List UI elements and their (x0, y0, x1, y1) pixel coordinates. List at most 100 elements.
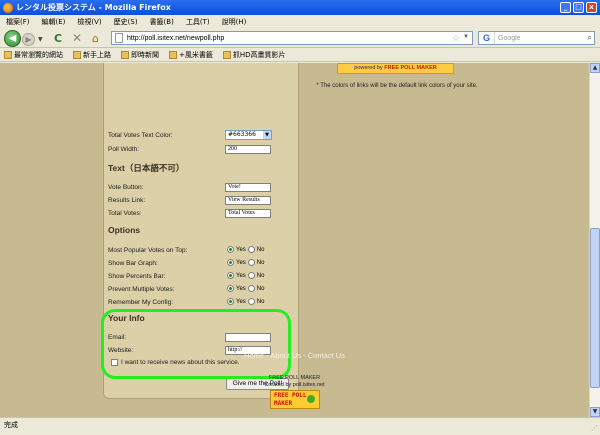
home-icon[interactable]: ⌂ (92, 32, 104, 45)
scroll-down-arrow-icon[interactable]: ▼ (590, 407, 600, 417)
window-title: レンタル投票システム - Mozilla Firefox (16, 3, 171, 12)
option-label-percents: Show Percents Bar: (108, 273, 166, 280)
option-label-remember: Remember My Config: (108, 299, 174, 306)
menu-tools[interactable]: 工具(T) (186, 17, 210, 27)
radio-no[interactable] (247, 246, 255, 253)
radio-yes[interactable] (227, 259, 234, 266)
bookmark-getting-started[interactable]: 新手上路 (73, 50, 111, 60)
bookmark-fengmi[interactable]: +風米書籤 (169, 50, 213, 60)
radio-no-label: No (256, 298, 265, 305)
email-label: Email: (108, 334, 127, 341)
google-icon[interactable]: G (479, 32, 495, 44)
scroll-up-arrow-icon[interactable]: ▲ (590, 63, 600, 73)
total-votes-input[interactable]: Total Votes (225, 209, 271, 218)
free-poll-maker-logo[interactable]: FREE POLL MAKER (270, 390, 320, 409)
search-placeholder: Google (498, 34, 521, 42)
poll-width-input[interactable]: 200 (225, 145, 271, 154)
minimize-button[interactable]: _ (560, 2, 571, 13)
option-radios-percents: Yes No (227, 272, 264, 279)
radio-no[interactable] (247, 259, 255, 266)
firefox-icon (3, 2, 13, 13)
radio-no-label: No (256, 285, 265, 292)
bookmark-most-visited[interactable]: 最常瀏覽的網站 (4, 50, 63, 60)
bookmark-star-icon[interactable]: ☆ (452, 33, 460, 44)
email-field[interactable] (225, 333, 271, 342)
chevron-down-icon[interactable]: ▼ (263, 131, 271, 139)
forward-button[interactable]: ▶ (22, 33, 35, 46)
back-button[interactable]: ◀ (4, 30, 21, 47)
color-select-value: #663366 (228, 131, 256, 138)
bookmark-label: 即時新聞 (131, 51, 159, 59)
option-label-multiple-votes: Prevent Multiple Votes: (108, 286, 175, 293)
footer-created-by[interactable]: Created by poll.isitex.net (0, 382, 589, 388)
search-bar[interactable]: G Google ⌕ (478, 31, 595, 45)
page-icon (169, 51, 177, 59)
folder-icon (4, 51, 12, 59)
reload-icon[interactable]: C (54, 32, 62, 45)
close-button[interactable]: x (586, 2, 597, 13)
results-link-label: Results Link: (108, 197, 146, 204)
rss-icon (121, 51, 129, 59)
radio-no[interactable] (247, 272, 255, 279)
powered-by-badge[interactable]: powered by FREE POLL MAKER (337, 63, 454, 74)
radio-yes-label: Yes (236, 285, 246, 292)
resize-grip-icon[interactable]: ⋰ (591, 421, 598, 435)
menu-edit[interactable]: 編輯(E) (42, 17, 66, 27)
radio-no[interactable] (247, 285, 255, 292)
radio-yes-label: Yes (236, 259, 246, 266)
scrollbar-thumb[interactable] (590, 228, 600, 388)
status-text: 完成 (4, 421, 18, 429)
powered-brand: FREE POLL MAKER (384, 65, 437, 71)
text-section-heading: Text（日本語不可） (108, 163, 185, 173)
radio-no[interactable] (247, 298, 255, 305)
option-radios-multiple-votes: Yes No (227, 285, 264, 292)
bookmarks-toolbar: 最常瀏覽的網站 新手上路 即時新聞 +風米書籤 抓HD高畫質影片 (0, 49, 600, 62)
menu-help[interactable]: 說明(H) (222, 17, 247, 27)
status-bar: 完成 ⋰ (0, 417, 600, 432)
bookmark-label: 最常瀏覽的網站 (14, 51, 63, 59)
results-link-input[interactable]: View Results (225, 196, 271, 205)
poll-settings-panel: Total Votes Text Color: #663366 ▼ Poll W… (103, 63, 299, 399)
page-content: Total Votes Text Color: #663366 ▼ Poll W… (0, 63, 589, 417)
history-dropdown-icon[interactable]: ▼ (38, 36, 43, 43)
url-bar[interactable]: http://poll.isitex.net/newpoll.php ☆ ▼ (111, 31, 473, 45)
news-checkbox-label: I want to receive news about this servic… (121, 359, 240, 366)
radio-yes-label: Yes (236, 272, 246, 279)
radio-yes[interactable] (227, 246, 234, 253)
stop-icon[interactable]: ✕ (72, 31, 82, 45)
menu-file[interactable]: 檔案(F) (6, 17, 30, 27)
search-icon[interactable]: ⌕ (588, 33, 592, 43)
footer-links[interactable]: Home - About Us - Contact Us (0, 351, 589, 360)
window-titlebar: レンタル投票システム - Mozilla Firefox _ □ x (0, 0, 600, 15)
radio-yes[interactable] (227, 285, 234, 292)
powered-prefix: powered by (354, 65, 383, 71)
option-radios-remember: Yes No (227, 298, 264, 305)
maximize-button[interactable]: □ (573, 2, 584, 13)
bookmark-label: 抓HD高畫質影片 (232, 51, 286, 59)
menu-history[interactable]: 歷史(S) (114, 17, 138, 27)
menu-bar: 檔案(F) 編輯(E) 檢視(V) 歷史(S) 書籤(B) 工具(T) 說明(H… (0, 15, 600, 28)
radio-no-label: No (256, 259, 265, 266)
radio-yes[interactable] (227, 298, 234, 305)
radio-yes[interactable] (227, 272, 234, 279)
page-icon (115, 33, 123, 43)
total-votes-color-select[interactable]: #663366 ▼ (225, 130, 272, 140)
page-icon (222, 51, 231, 59)
options-section-heading: Options (108, 225, 141, 235)
menu-view[interactable]: 檢視(V) (77, 17, 101, 27)
vertical-scrollbar[interactable]: ▲ ▼ (589, 63, 600, 417)
option-radios-popular: Yes No (227, 246, 264, 253)
radio-no-label: No (256, 246, 265, 253)
bookmark-news[interactable]: 即時新聞 (121, 50, 159, 60)
url-text: http://poll.isitex.net/newpoll.php (127, 34, 225, 42)
url-dropdown-icon[interactable]: ▼ (463, 34, 469, 40)
news-checkbox[interactable] (111, 359, 118, 366)
menu-bookmarks[interactable]: 書籤(B) (150, 17, 174, 27)
vote-button-label: Vote Button: (108, 184, 144, 191)
link-color-note: * The colors of links will be the defaul… (316, 83, 478, 89)
your-info-heading: Your Info (108, 313, 145, 323)
bookmark-hd-video[interactable]: 抓HD高畫質影片 (222, 50, 286, 60)
vote-button-input[interactable]: Vote! (225, 183, 271, 192)
bookmark-label: +風米書籤 (179, 51, 213, 59)
navigation-toolbar: ◀ ▶ ▼ C ✕ ⌂ http://poll.isitex.net/newpo… (0, 28, 600, 48)
